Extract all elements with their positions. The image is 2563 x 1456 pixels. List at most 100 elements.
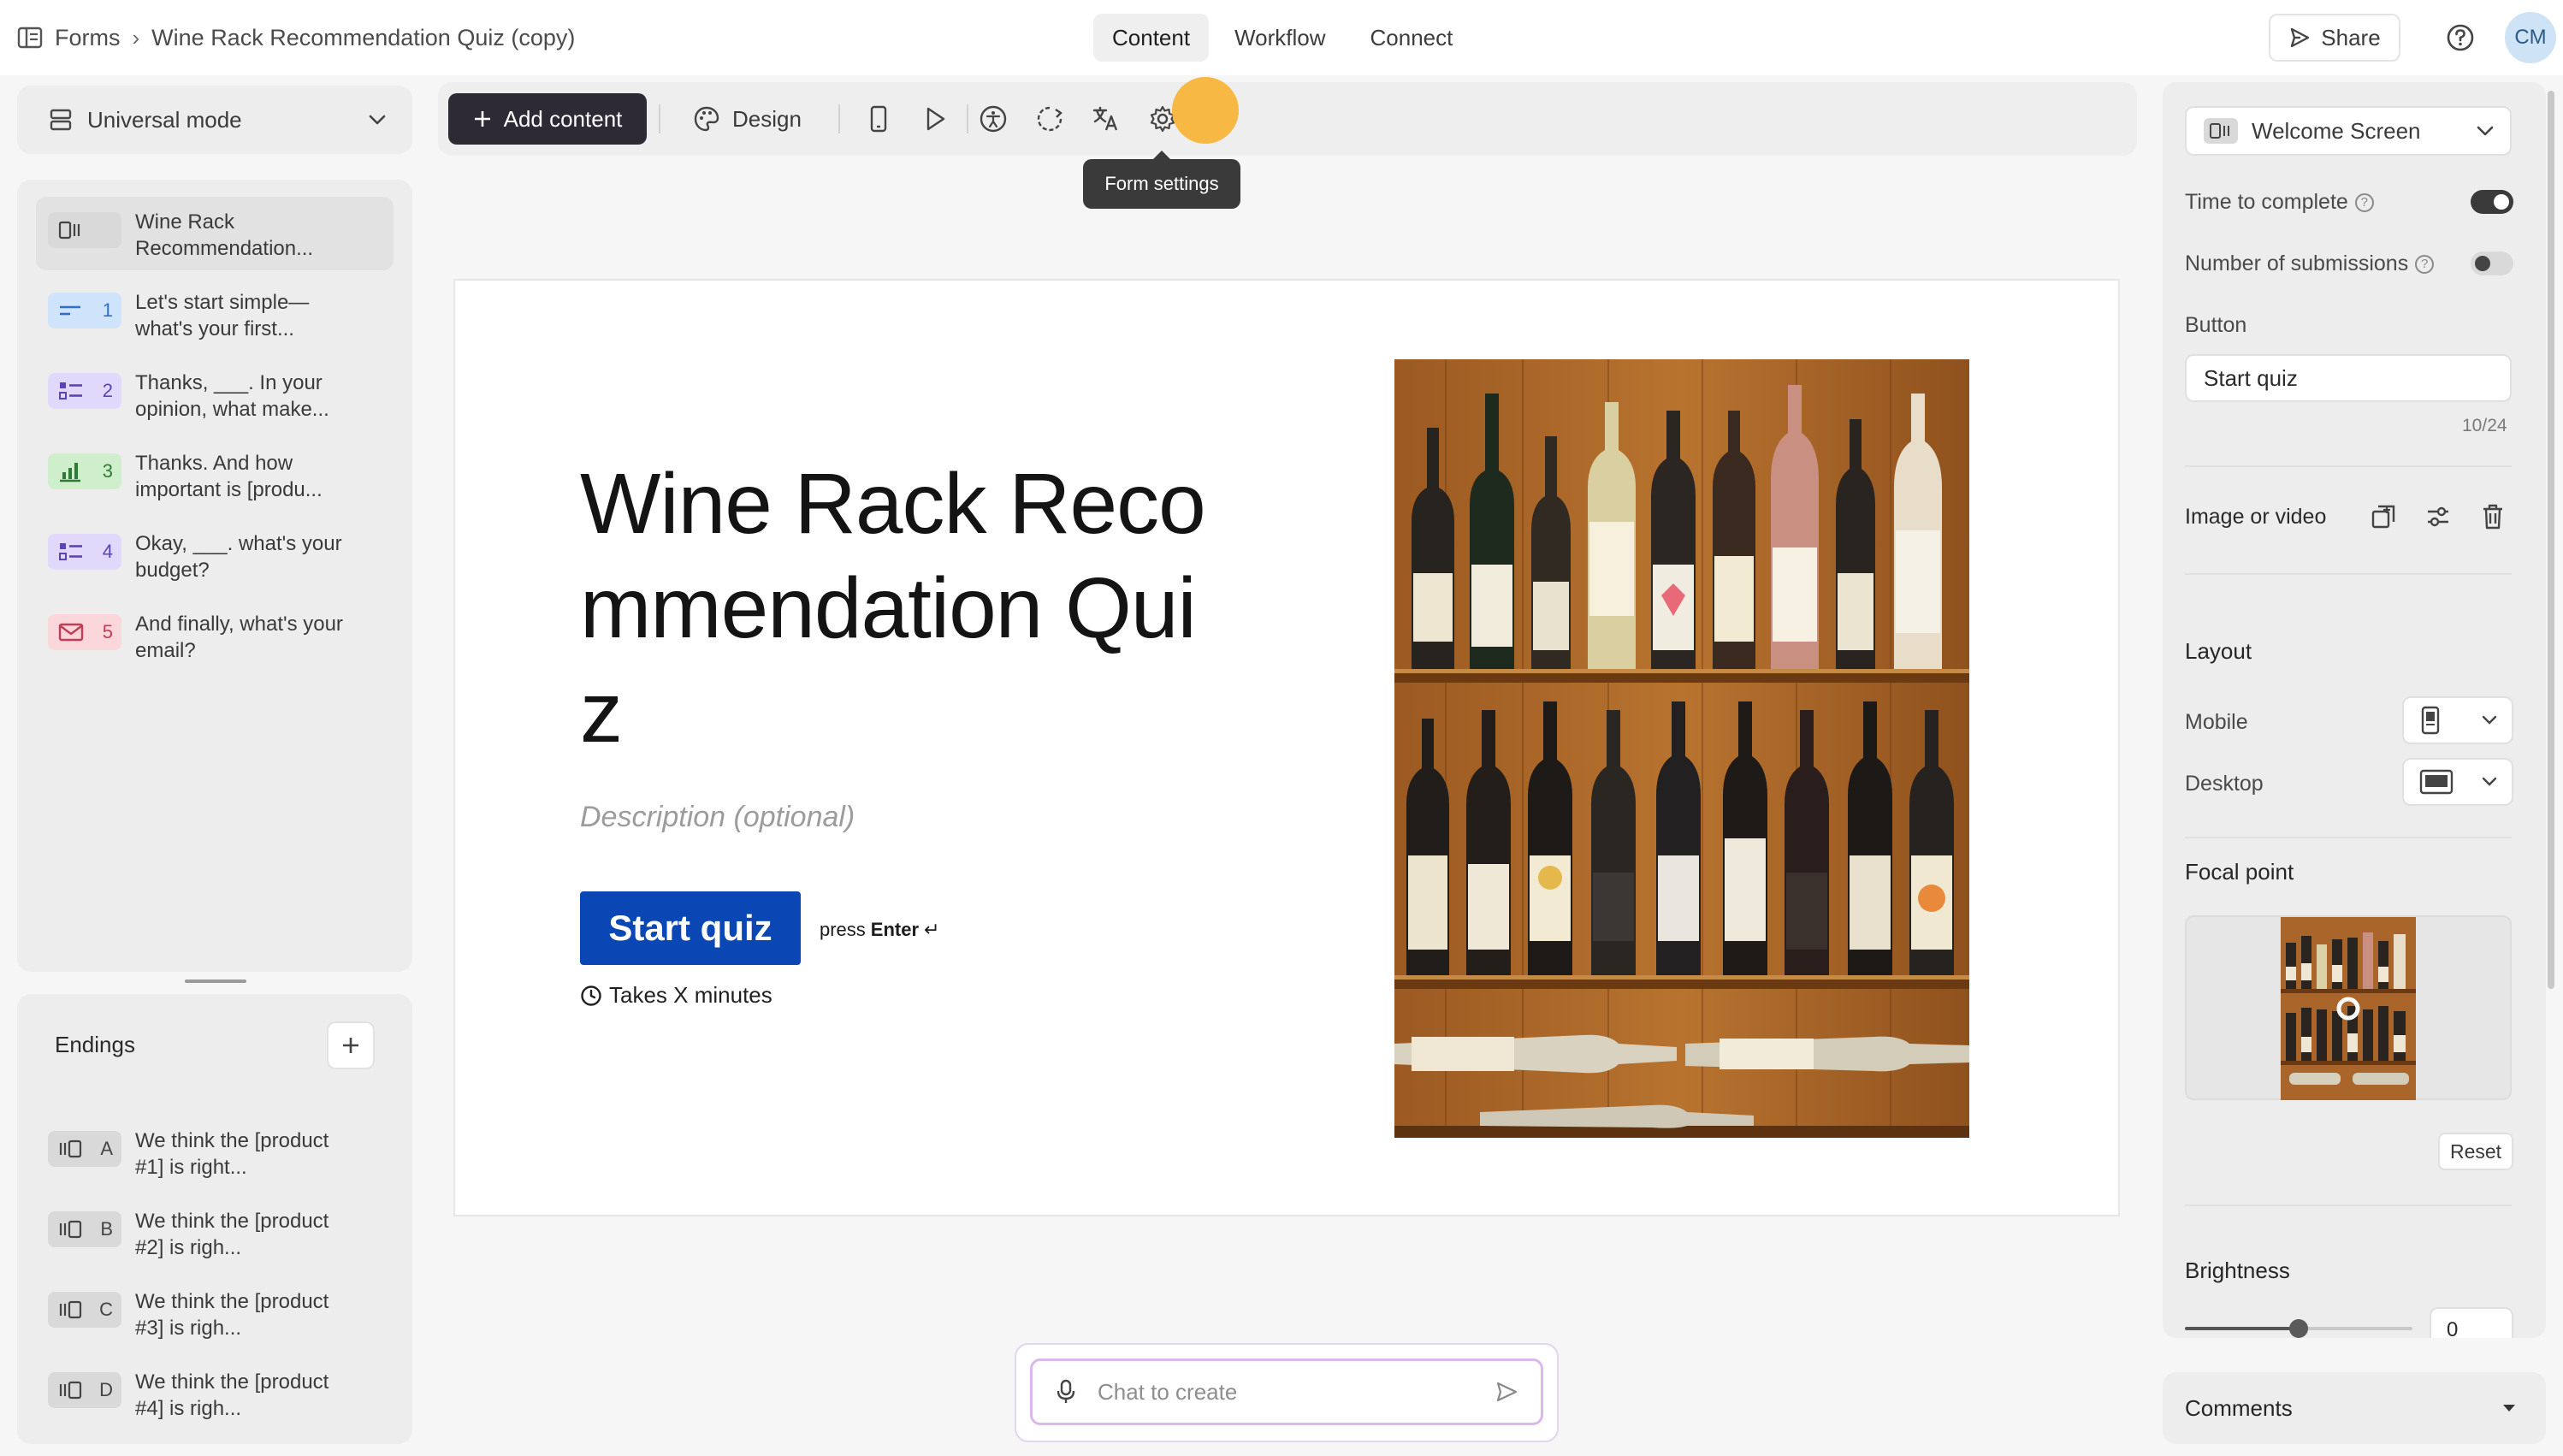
ending-badge: B [48, 1211, 121, 1247]
mobile-layout-select[interactable] [2402, 696, 2513, 744]
question-text: And finally, what's your email? [135, 613, 343, 662]
trash-icon[interactable] [2477, 501, 2508, 532]
image-or-video-label: Image or video [2185, 505, 2327, 529]
question-number: 4 [102, 541, 113, 562]
avatar[interactable]: CM [2505, 12, 2556, 63]
brightness-slider[interactable] [2185, 1319, 2412, 1338]
tab-connect[interactable]: Connect [1352, 14, 1472, 62]
screen-type-select[interactable]: Welcome Screen [2185, 106, 2512, 156]
ending-item-b[interactable]: B We think the [product #2] is righ... [36, 1196, 394, 1270]
accessibility-icon[interactable] [977, 103, 1009, 135]
top-bar: Forms › Wine Rack Recommendation Quiz (c… [0, 0, 2563, 75]
layout-heading: Layout [2185, 638, 2252, 664]
question-item-3[interactable]: 3 Thanks. And how important is [produ... [36, 438, 394, 512]
design-button[interactable]: Design [681, 93, 814, 145]
question-number: 1 [102, 299, 113, 321]
welcome-description[interactable]: Description (optional) [580, 801, 855, 834]
ending-item-a[interactable]: A We think the [product #1] is right... [36, 1116, 394, 1189]
palette-icon [693, 105, 720, 133]
chat-input[interactable]: Chat to create [1030, 1358, 1543, 1425]
welcome-screen-icon [2204, 118, 2238, 144]
ending-item-c[interactable]: C We think the [product #3] is righ... [36, 1276, 394, 1350]
submissions-row: Number of submissions ? [2185, 252, 2435, 276]
start-quiz-button[interactable]: Start quiz [580, 891, 801, 965]
question-item-welcome[interactable]: Wine Rack Recommendation... [36, 197, 394, 270]
add-ending-button[interactable] [327, 1021, 375, 1069]
forms-icon[interactable] [17, 27, 43, 49]
question-badge: 1 [48, 293, 121, 328]
breadcrumb: Forms › Wine Rack Recommendation Quiz (c… [17, 19, 575, 56]
question-number: 3 [102, 460, 113, 482]
welcome-title[interactable]: Wine Rack Recommendation Quiz [580, 452, 1230, 765]
button-text-input[interactable]: Start quiz [2185, 354, 2512, 402]
adjust-sliders-icon[interactable] [2423, 501, 2453, 532]
add-content-button[interactable]: Add content [448, 93, 647, 145]
question-item-4[interactable]: 4 Okay, ___. what's your budget? [36, 518, 394, 592]
translate-icon[interactable] [1090, 103, 1122, 135]
tab-content[interactable]: Content [1093, 14, 1210, 62]
share-label: Share [2321, 24, 2381, 50]
divider [2185, 573, 2512, 575]
enter-key-icon: ↵ [924, 919, 940, 940]
question-item-2[interactable]: 2 Thanks, ___. In your opinion, what mak… [36, 358, 394, 431]
info-icon[interactable]: ? [2354, 192, 2374, 212]
time-to-complete-note: Takes X minutes [580, 982, 772, 1009]
divider [2185, 1204, 2512, 1206]
email-icon [58, 622, 84, 642]
focal-point-picker[interactable] [2185, 915, 2512, 1100]
brightness-slider-handle[interactable] [2289, 1319, 2308, 1338]
comments-section[interactable]: Comments [2163, 1372, 2546, 1444]
ending-badge: D [48, 1372, 121, 1408]
replace-image-icon[interactable] [2368, 501, 2399, 532]
mouse-cursor-highlight [1172, 77, 1239, 144]
properties-scrollbar[interactable] [2548, 91, 2554, 989]
focal-point-heading: Focal point [2185, 859, 2294, 885]
question-badge: 3 [48, 453, 121, 489]
question-item-1[interactable]: 1 Let's start simple—what's your first..… [36, 277, 394, 351]
send-icon[interactable] [1495, 1380, 1518, 1404]
welcome-screen-canvas: Wine Rack Recommendation Quiz Descriptio… [453, 279, 2120, 1216]
question-text: Let's start simple—what's your first... [135, 291, 310, 340]
time-to-complete-label: Time to complete [2185, 190, 2348, 214]
submissions-toggle[interactable] [2471, 252, 2513, 275]
ending-screen-icon [58, 1299, 84, 1320]
play-preview-icon[interactable] [919, 103, 951, 135]
help-icon[interactable] [2445, 22, 2476, 53]
question-number: 2 [102, 380, 113, 401]
button-section-label: Button [2185, 313, 2247, 337]
mobile-preview-icon[interactable] [862, 103, 895, 135]
focal-point-thumbnail[interactable] [2281, 917, 2416, 1100]
microphone-icon[interactable] [1055, 1379, 1077, 1405]
brightness-heading: Brightness [2185, 1258, 2290, 1283]
mode-selector[interactable]: Universal mode [17, 86, 412, 154]
panel-resize-handle[interactable] [185, 980, 246, 983]
brightness-slider-fill [2185, 1327, 2299, 1330]
question-badge: 5 [48, 614, 121, 650]
welcome-screen-icon [58, 220, 84, 240]
divider [2185, 837, 2512, 838]
chevron-down-icon [2481, 777, 2498, 787]
question-badge: 2 [48, 373, 121, 409]
time-note-text: Takes X minutes [609, 982, 772, 1008]
question-item-5[interactable]: 5 And finally, what's your email? [36, 599, 394, 672]
share-button[interactable]: Share [2269, 14, 2400, 62]
ending-text: We think the [product #1] is right... [135, 1129, 329, 1179]
ending-item-d[interactable]: D We think the [product #4] is righ... [36, 1357, 394, 1430]
question-badge [48, 212, 121, 248]
reset-focal-point-button[interactable]: Reset [2438, 1133, 2513, 1170]
info-icon[interactable]: ? [2415, 254, 2435, 274]
brightness-value-input[interactable]: 0 [2430, 1307, 2513, 1338]
toolbar-divider [967, 104, 968, 133]
ending-letter: C [99, 1299, 113, 1320]
ending-screen-icon [58, 1380, 84, 1400]
wine-rack-image[interactable] [1394, 359, 1969, 1138]
logic-branch-icon[interactable] [1033, 103, 1066, 135]
breadcrumb-root[interactable]: Forms [55, 25, 121, 51]
desktop-layout-select[interactable] [2402, 758, 2513, 806]
design-label: Design [732, 105, 802, 132]
breadcrumb-current[interactable]: Wine Rack Recommendation Quiz (copy) [151, 25, 575, 51]
tab-workflow[interactable]: Workflow [1216, 14, 1344, 62]
time-to-complete-toggle[interactable] [2471, 190, 2513, 214]
question-badge: 4 [48, 534, 121, 570]
ending-letter: D [99, 1379, 113, 1400]
